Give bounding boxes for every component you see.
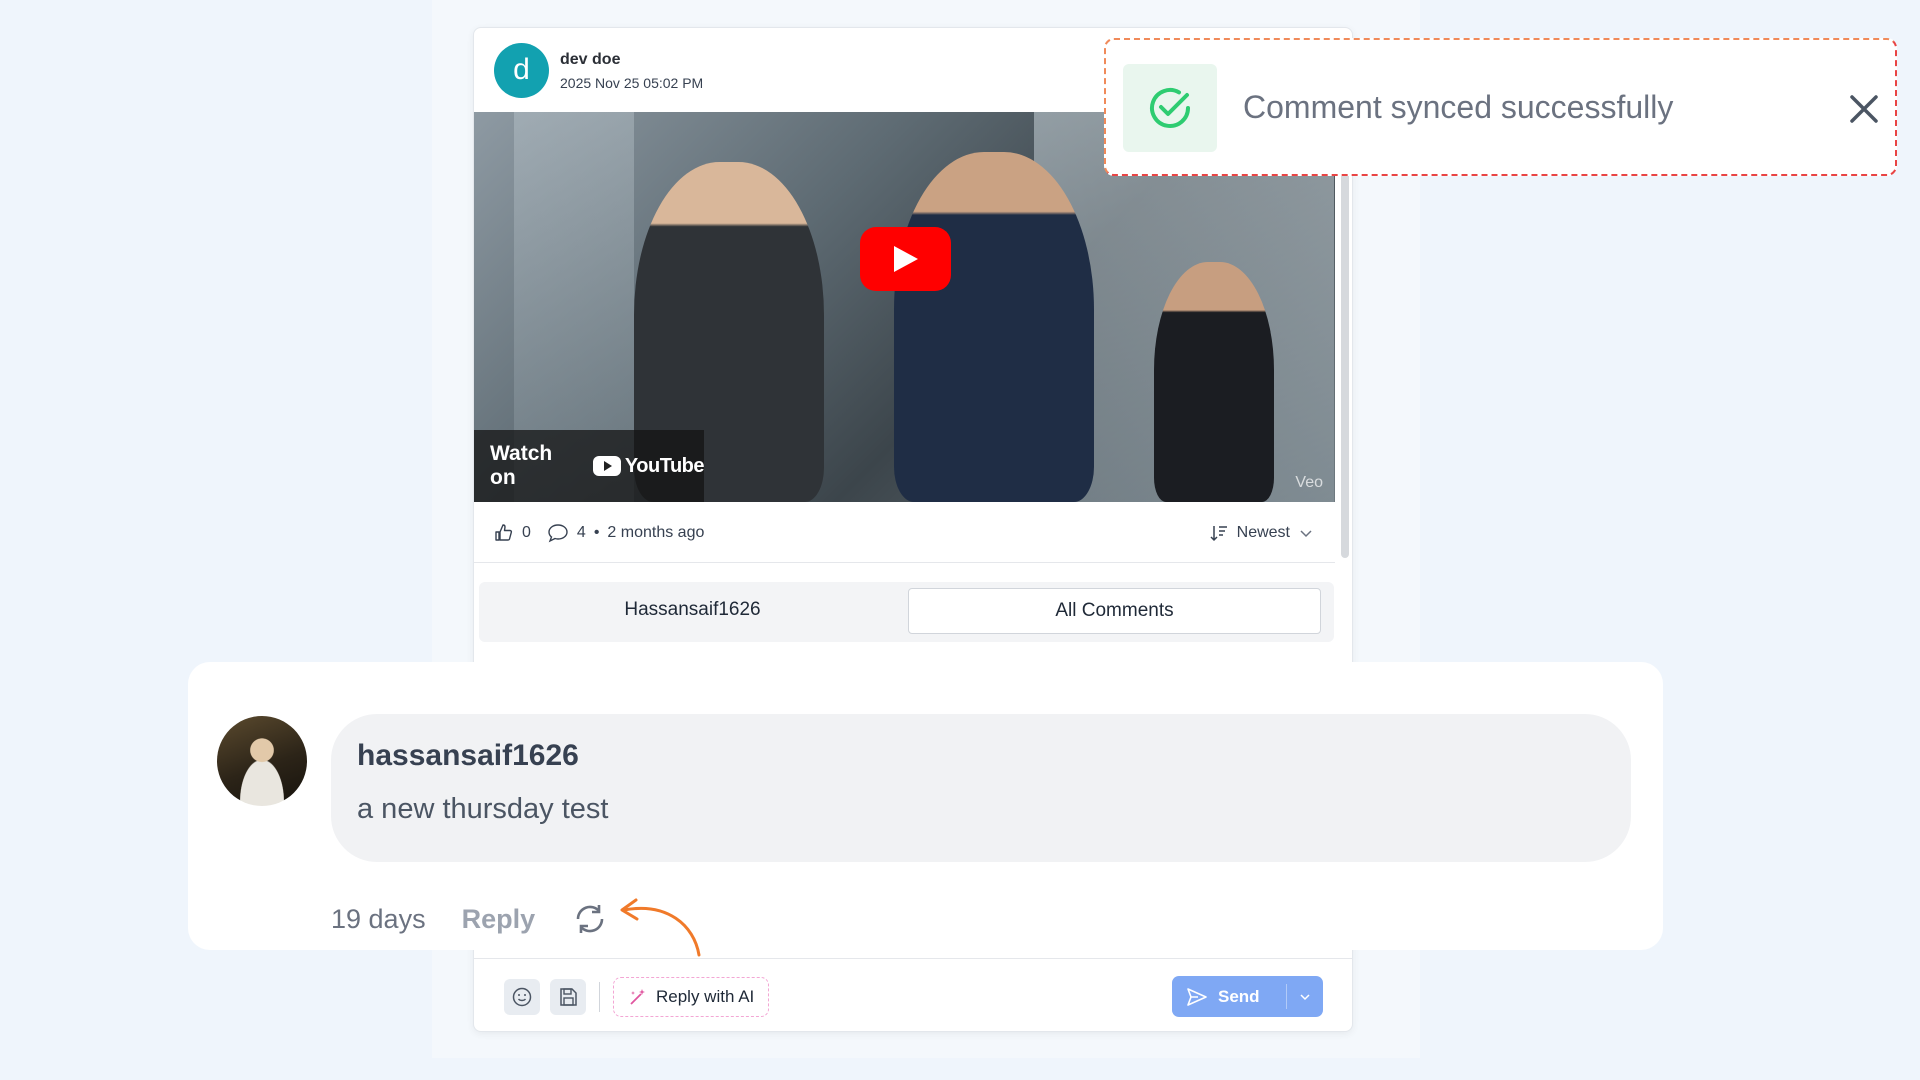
reply-with-ai-label: Reply with AI: [656, 987, 755, 1006]
sort-icon: [1210, 526, 1227, 542]
comment-bubble: hassansaif1626 a new thursday test: [331, 714, 1631, 862]
sort-label: Newest: [1236, 524, 1290, 541]
reply-button[interactable]: Reply: [462, 904, 536, 935]
comment-count: 4: [576, 524, 586, 541]
floppy-disk-icon: [560, 988, 577, 1006]
emoji-button[interactable]: [504, 979, 540, 1015]
send-button[interactable]: Send: [1172, 976, 1323, 1017]
success-toast: Comment synced successfully: [1104, 38, 1897, 176]
send-label: Send: [1218, 986, 1260, 1006]
send-options-dropdown[interactable]: [1285, 984, 1323, 1009]
chevron-down-icon: [1300, 530, 1312, 538]
youtube-play-button[interactable]: [860, 227, 951, 291]
youtube-icon: [592, 456, 621, 476]
play-icon: [893, 246, 918, 272]
watch-on-youtube-link[interactable]: Watch on YouTube: [474, 430, 705, 502]
comment-actions: 19 days Reply: [331, 894, 609, 944]
video-watermark: Veo: [1295, 474, 1323, 491]
chevron-down-icon: [1300, 993, 1310, 1000]
video-scene-person: [894, 152, 1094, 502]
tab-all-comments[interactable]: All Comments: [908, 588, 1321, 634]
comment-username[interactable]: hassansaif1626: [357, 739, 579, 773]
comment-text: a new thursday test: [357, 793, 609, 825]
youtube-logo: YouTube: [592, 454, 705, 478]
send-icon: [1187, 987, 1207, 1006]
composer-toolbar: Reply with AI: [504, 976, 770, 1018]
video-scene-person: [1154, 262, 1274, 502]
tab-hassansaif1626[interactable]: Hassansaif1626: [485, 588, 900, 632]
emoji-icon: [512, 987, 532, 1007]
comment-tabs: Hassansaif1626 All Comments: [479, 582, 1334, 642]
comment-zoom-panel: hassansaif1626 a new thursday test 19 da…: [188, 662, 1663, 950]
magic-wand-icon: [630, 989, 645, 1005]
post-stats: 0 4 • 2 months ago: [494, 521, 704, 545]
post-date: 2025 Nov 25 05:02 PM: [560, 75, 704, 91]
like-count: 0: [522, 524, 531, 541]
toast-icon-box: [1123, 64, 1217, 152]
comment-age: 19 days: [331, 903, 426, 934]
close-icon[interactable]: [1846, 91, 1882, 127]
author-name[interactable]: dev doe: [560, 51, 620, 69]
sync-icon[interactable]: [571, 900, 609, 938]
author-avatar[interactable]: d: [494, 43, 549, 98]
divider: [474, 562, 1335, 563]
commenter-avatar[interactable]: [217, 716, 307, 806]
thumbs-up-icon[interactable]: [494, 523, 514, 543]
check-circle-icon: [1150, 88, 1190, 128]
reply-with-ai-button[interactable]: Reply with AI: [613, 977, 770, 1017]
scrollbar[interactable]: [1341, 118, 1349, 558]
sort-dropdown[interactable]: Newest: [1209, 521, 1314, 545]
annotation-arrow-icon: [620, 898, 701, 957]
stats-separator: •: [593, 524, 600, 541]
send-main[interactable]: Send: [1172, 986, 1286, 1008]
save-button[interactable]: [550, 979, 586, 1015]
toast-message: Comment synced successfully: [1243, 89, 1674, 125]
toolbar-divider: [599, 982, 600, 1012]
youtube-wordmark: YouTube: [624, 454, 705, 477]
comment-bubble-icon[interactable]: [547, 523, 569, 543]
watch-on-label: Watch on: [490, 442, 553, 489]
post-age: 2 months ago: [607, 524, 705, 541]
composer-divider: [474, 958, 1352, 959]
